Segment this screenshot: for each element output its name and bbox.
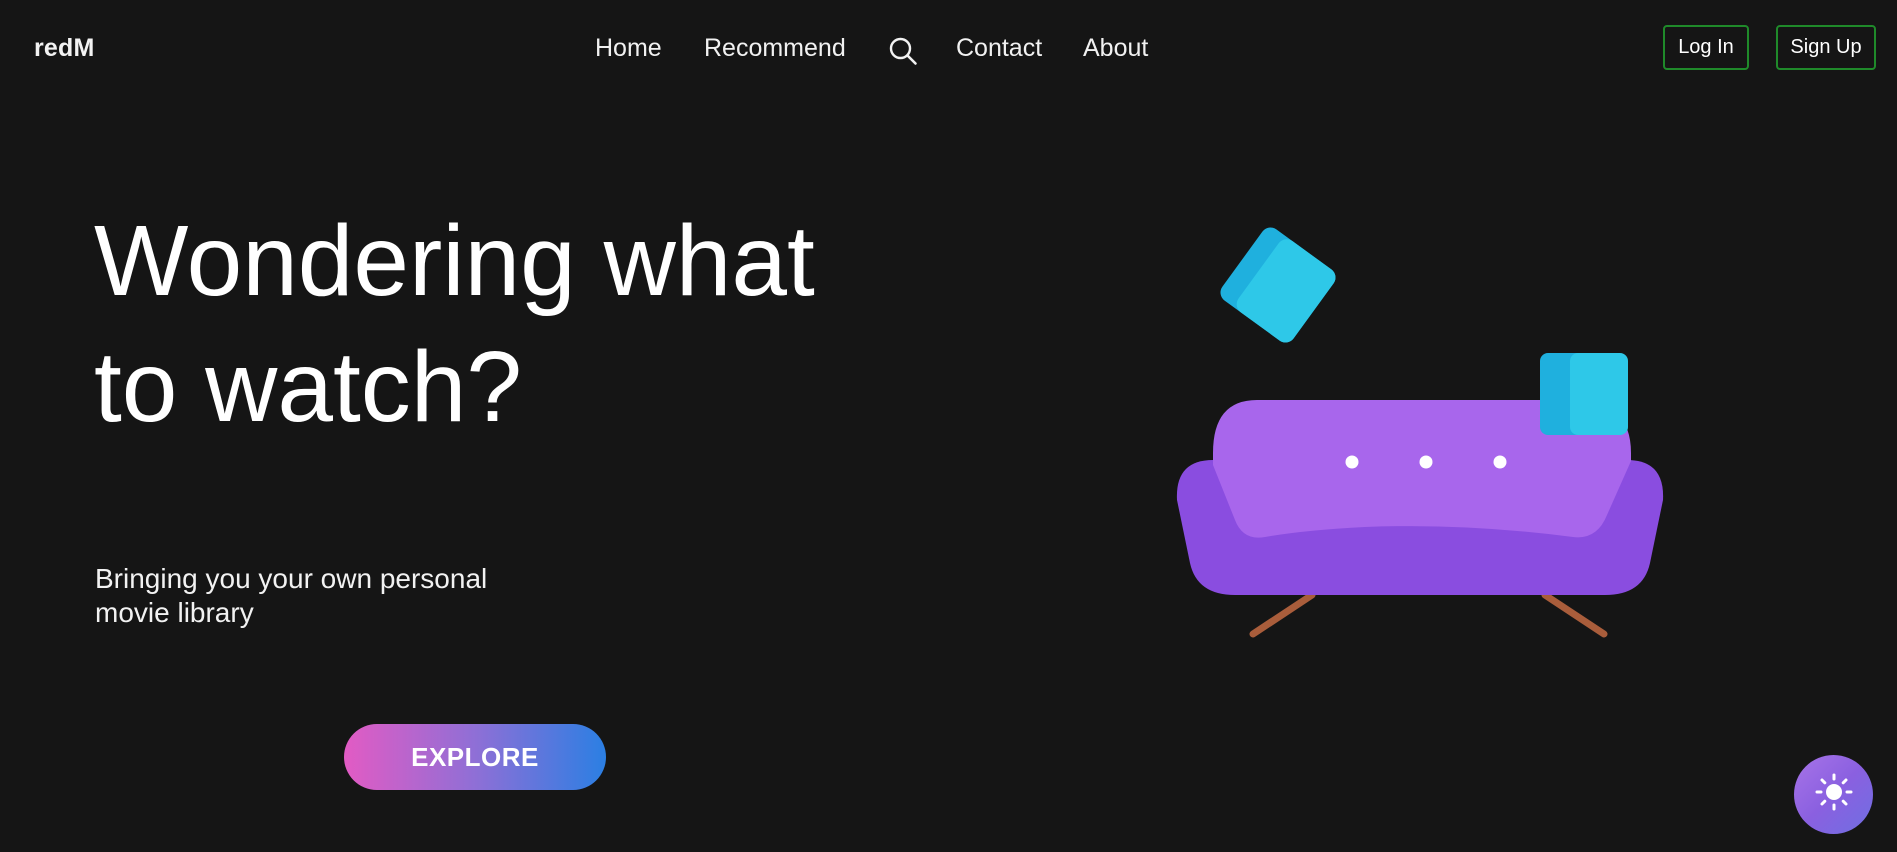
sofa-button-2 bbox=[1419, 455, 1433, 469]
theme-toggle-button[interactable] bbox=[1794, 755, 1873, 834]
sofa-leg-left bbox=[1249, 591, 1316, 638]
hero-subtitle: Bringing you your own personal movie lib… bbox=[95, 562, 535, 630]
hero-subtitle-line1: Bringing you your own personal bbox=[95, 563, 488, 594]
hero-title: Wondering what to watch? bbox=[94, 198, 914, 450]
nav-contact[interactable]: Contact bbox=[956, 34, 1042, 63]
nav-about[interactable]: About bbox=[1083, 34, 1148, 63]
login-button[interactable]: Log In bbox=[1663, 25, 1749, 70]
search-icon[interactable] bbox=[888, 36, 918, 66]
hero-title-line2: to watch? bbox=[94, 331, 523, 443]
hero-title-line1: Wondering what bbox=[94, 205, 815, 317]
hero-subtitle-line2: movie library bbox=[95, 597, 254, 628]
sofa-button-1 bbox=[1345, 455, 1359, 469]
nav-recommend[interactable]: Recommend bbox=[704, 34, 846, 63]
sofa-button-3 bbox=[1493, 455, 1507, 469]
signup-button[interactable]: Sign Up bbox=[1776, 25, 1876, 70]
sofa-cushion bbox=[1540, 353, 1628, 435]
explore-button[interactable]: EXPLORE bbox=[344, 724, 606, 790]
sofa-illustration bbox=[1165, 225, 1675, 645]
floating-cushion bbox=[1220, 227, 1336, 343]
nav-home[interactable]: Home bbox=[595, 34, 662, 63]
sofa-leg-right bbox=[1541, 591, 1608, 638]
main-nav: Home Recommend Contact About bbox=[0, 34, 1897, 66]
sun-icon bbox=[1814, 772, 1854, 817]
